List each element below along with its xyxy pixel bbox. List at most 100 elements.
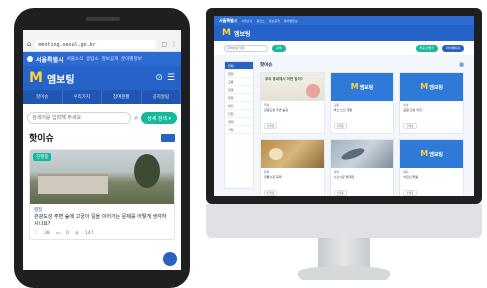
grid-card[interactable]: 문화 전통시장 축제 진행중: [260, 139, 325, 196]
desktop-toolbar: 검색 투표 만들기 마이페이지: [214, 41, 474, 55]
desktop-gov-link-news[interactable]: 서울소식: [241, 19, 252, 23]
desktop-brand-name[interactable]: 엠보팅: [234, 29, 251, 38]
card-category: 복지: [403, 170, 409, 174]
like-icon[interactable]: ♡: [34, 231, 38, 236]
card-thumbnail: [330, 140, 394, 168]
card-thumbnail: M 엠보팅: [400, 73, 463, 101]
status-badge: 진행중: [33, 153, 52, 161]
browser-address-bar: ⌂ mnoting.seoul.go.kr ▢ ⋮: [23, 38, 181, 52]
home-icon[interactable]: ⌂: [27, 41, 31, 48]
desktop-screen: 서울특별시 서울소식 응답소 정보공개 분야별정보 M 엠보팅 검색 투표 만들…: [214, 16, 474, 196]
phone-speaker: [86, 17, 120, 21]
more-icon[interactable]: ⋮: [171, 41, 177, 48]
desktop-gov-link-field[interactable]: 분야별정보: [284, 19, 298, 23]
grid-view-icon[interactable]: ▦: [459, 62, 464, 68]
card-category: 교통: [333, 103, 339, 107]
photo-tree: [134, 154, 160, 188]
search-icon[interactable]: ⌕: [134, 114, 138, 123]
mobile-phone-frame: ⌂ mnoting.seoul.go.kr ▢ ⋮ 서울특별시 서울소식 응답소…: [14, 8, 190, 288]
card-body: 환경 공원 조성 의견 진행중: [400, 101, 463, 133]
card-logo: M: [350, 82, 359, 91]
desktop-search-button[interactable]: 검색: [272, 44, 286, 52]
gov-link-news[interactable]: 서울소식: [67, 56, 84, 62]
card-title[interactable]: 수산시장 현대화: [334, 175, 391, 179]
photo-wall: [38, 174, 108, 194]
card-logo: M: [420, 149, 429, 158]
tab-hot-issue[interactable]: 핫이슈: [23, 90, 63, 104]
gov-link-info[interactable]: 정보공개: [102, 56, 119, 62]
url-field[interactable]: mnoting.seoul.go.kr: [35, 40, 158, 49]
sidebar-item-admin[interactable]: 행정: [225, 70, 253, 78]
desktop-gov-name[interactable]: 서울특별시: [219, 18, 237, 24]
sidebar-item-traffic[interactable]: 교통: [225, 78, 253, 86]
tabs-icon[interactable]: ▢: [161, 41, 167, 48]
issue-title[interactable]: 관광도성 주변 숲에 고궁이 길을 이어가는 문제를 어떻게 생각하시나요?: [34, 214, 170, 228]
create-vote-button[interactable]: 투표 만들기: [415, 44, 439, 52]
monitor-stand-base: [298, 266, 390, 280]
desktop-content: 핫이슈 ▦ 우리 동네에서 어떤 일이? 행정 관광도성 주변 숲길 진행중 M…: [260, 61, 464, 196]
card-body: 문화 전통시장 축제 진행중: [261, 168, 324, 196]
my-page-button[interactable]: 마이페이지: [442, 44, 464, 52]
issue-card[interactable]: 진행중 행정 관광도성 주변 숲에 고궁이 길을 이어가는 문제를 어떻게 생각…: [29, 149, 175, 240]
card-brand-name: 엠보팅: [429, 151, 444, 158]
grid-card[interactable]: 우리 동네에서 어떤 일이? 행정 관광도성 주변 숲길 진행중: [260, 72, 325, 134]
desktop-gov-link-info[interactable]: 정보공개: [269, 19, 280, 23]
card-status-tag: 진행중: [333, 190, 347, 196]
search-input[interactable]: [27, 112, 132, 124]
view-icon: ◎: [74, 230, 79, 236]
tab-notice[interactable]: 공지알림: [142, 90, 181, 104]
issue-category: 행정: [34, 208, 43, 213]
card-brand-name: 엠보팅: [359, 84, 374, 91]
mvoting-logo[interactable]: M: [29, 71, 43, 85]
brand-name[interactable]: 엠보팅: [47, 71, 151, 86]
sidebar-item-all[interactable]: 전체: [225, 62, 253, 70]
grid-card[interactable]: M 엠보팅 복지 어르신 돌봄 진행중: [399, 139, 464, 196]
desktop-monitor-frame: 서울특별시 서울소식 응답소 정보공개 분야별정보 M 엠보팅 검색 투표 만들…: [206, 8, 482, 204]
card-thumbnail: 우리 동네에서 어떤 일이?: [261, 73, 324, 101]
grid-card[interactable]: M 엠보팅 환경 공원 조성 의견 진행중: [399, 72, 464, 134]
card-title[interactable]: 관광도성 주변 숲길: [264, 108, 321, 112]
gov-link-response[interactable]: 응답소: [86, 56, 98, 62]
card-brand-name: 엠보팅: [429, 84, 444, 91]
card-title[interactable]: 공원 조성 의견: [403, 108, 460, 112]
issue-card-body: 행정 관광도성 주변 숲에 고궁이 길을 이어가는 문제를 어떻게 생각하시나요…: [30, 204, 174, 239]
sidebar-item-etc[interactable]: 기타: [225, 126, 253, 134]
card-logo: M: [420, 82, 429, 91]
card-thumbnail: M 엠보팅: [400, 140, 463, 168]
gov-name[interactable]: 서울특별시: [36, 55, 64, 64]
card-body: 경제 수산시장 현대화 진행중: [331, 168, 394, 196]
desktop-gov-link-response[interactable]: 응답소: [256, 19, 264, 23]
desktop-search-input[interactable]: [224, 44, 268, 52]
gov-link-field[interactable]: 분야별정보: [121, 56, 142, 62]
issue-meta: ♡ 38 ▭ 0 ◎ 147: [34, 231, 170, 236]
monitor-stand-neck: [318, 238, 370, 268]
desktop-mvoting-logo[interactable]: M: [222, 28, 231, 38]
hamburger-menu-icon[interactable]: ☰: [167, 73, 175, 83]
desktop-section-header: 핫이슈 ▦: [260, 61, 464, 69]
tab-participation[interactable]: 참여현황: [102, 90, 142, 104]
sidebar-item-safety[interactable]: 안전: [225, 110, 253, 118]
card-thumbnail: [261, 140, 324, 168]
sidebar-item-welfare[interactable]: 복지: [225, 102, 253, 110]
desktop-brand-header: M 엠보팅: [214, 25, 474, 41]
card-category: 행정: [264, 103, 270, 107]
card-status-tag: 진행중: [333, 123, 347, 129]
card-title[interactable]: 어르신 돌봄: [403, 175, 460, 179]
card-category: 문화: [264, 170, 270, 174]
desktop-section-title: 핫이슈: [260, 63, 273, 68]
settings-icon[interactable]: ⊙: [155, 73, 163, 83]
detail-search-button[interactable]: 상세 검색 ▾: [141, 112, 177, 124]
tab-our-value[interactable]: 우리가치: [63, 90, 102, 104]
card-title[interactable]: 버스 노선 개편: [334, 108, 391, 112]
sidebar-item-culture[interactable]: 문화: [225, 94, 253, 102]
like-count: 38: [44, 230, 50, 236]
grid-card[interactable]: M 엠보팅 교통 버스 노선 개편 진행중: [329, 72, 395, 134]
sidebar-item-economy[interactable]: 경제: [225, 118, 253, 126]
card-title[interactable]: 전통시장 축제: [264, 175, 321, 179]
sidebar-item-environment[interactable]: 환경: [225, 86, 253, 94]
desktop-sidebar: 전체 행정 교통 환경 문화 복지 안전 경제 기타: [224, 61, 254, 189]
view-toggle-icon[interactable]: [161, 133, 175, 142]
grid-card[interactable]: 경제 수산시장 현대화 진행중: [329, 139, 395, 196]
floating-action-button[interactable]: [163, 252, 177, 266]
section-header: 핫이슈: [23, 128, 181, 146]
